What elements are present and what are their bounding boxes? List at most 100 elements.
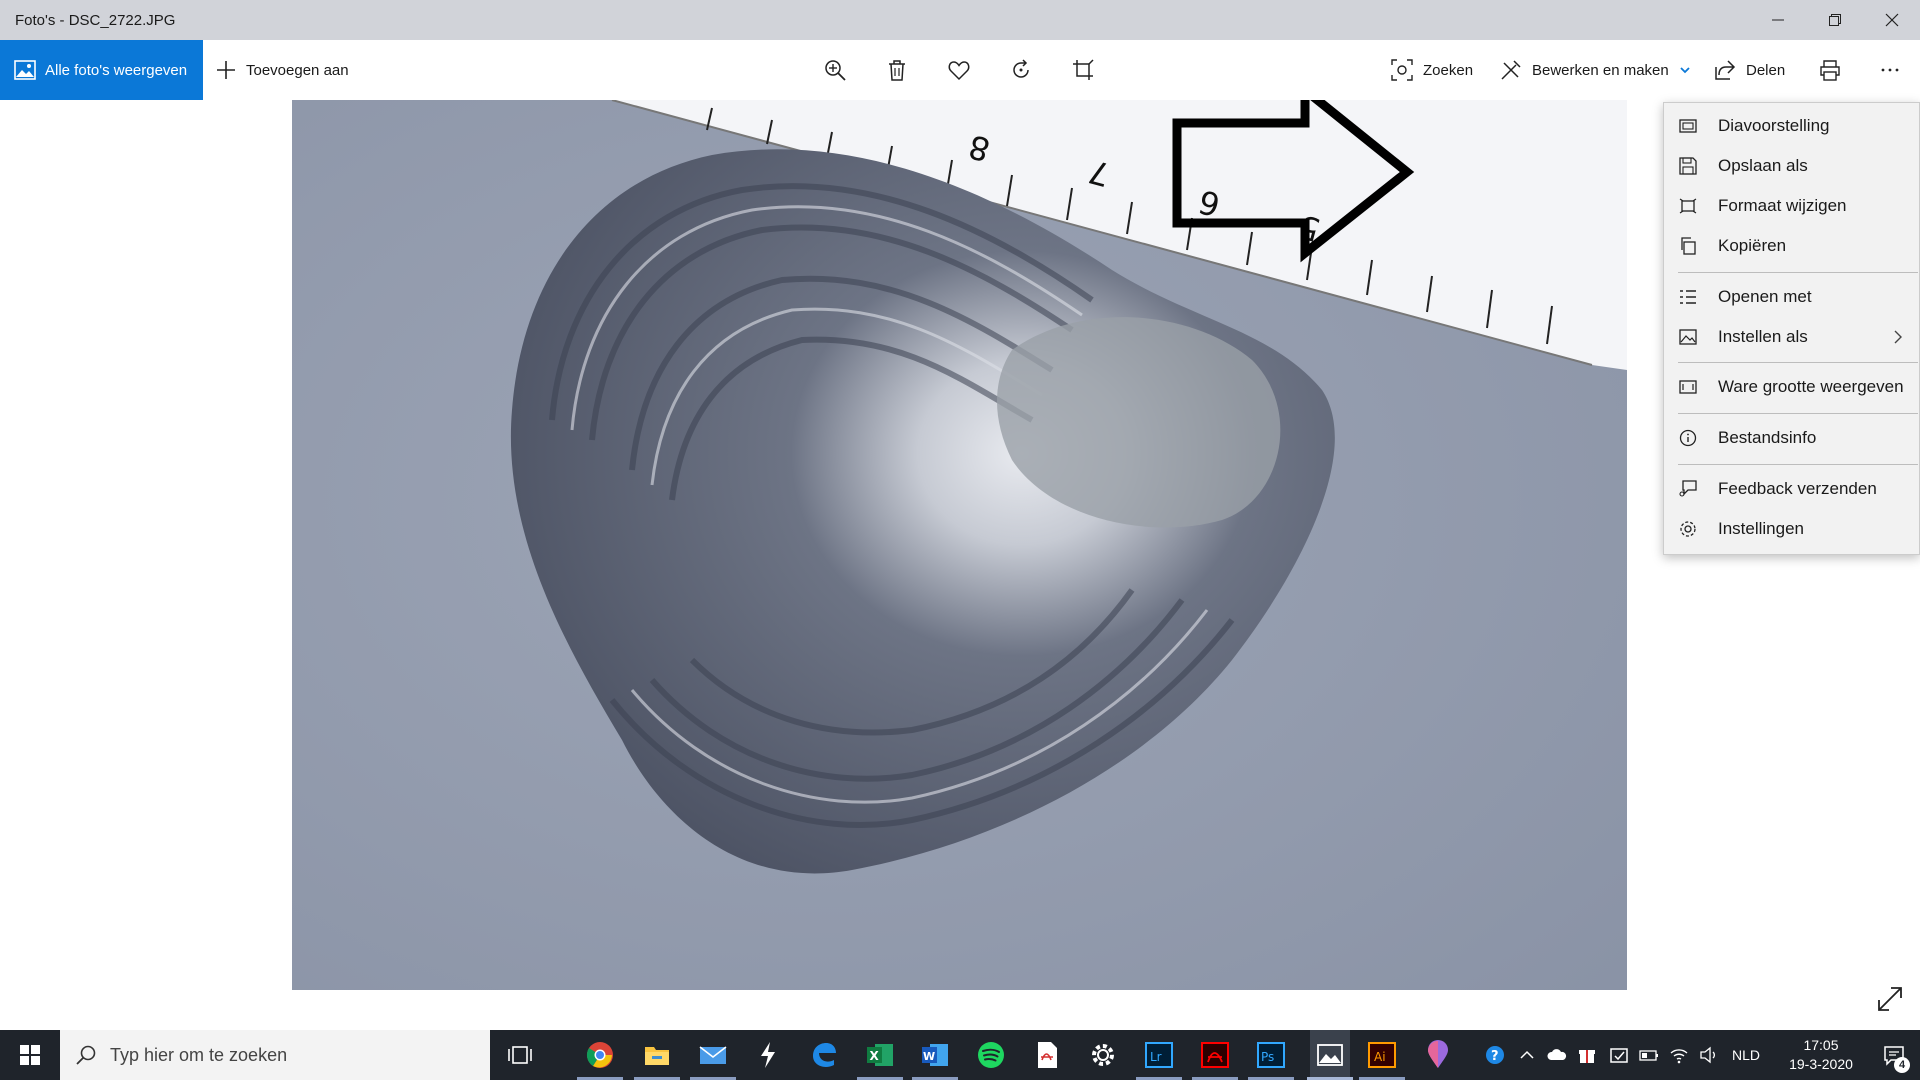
- taskbar-app-pdf[interactable]: [1030, 1038, 1064, 1072]
- taskbar-app-sketch[interactable]: [751, 1038, 785, 1072]
- cloud-icon: [1547, 1049, 1567, 1060]
- menu-item-label: Openen met: [1718, 287, 1812, 306]
- restore-button[interactable]: [1806, 0, 1863, 40]
- tray-app[interactable]: [1574, 1030, 1600, 1080]
- menu-item-slideshow[interactable]: Diavoorstelling: [1664, 106, 1919, 146]
- search-label: Zoeken: [1423, 61, 1474, 79]
- action-center-button[interactable]: 4: [1868, 1030, 1920, 1080]
- menu-item-feedback[interactable]: Feedback verzenden: [1664, 469, 1919, 509]
- menu-item-set-as[interactable]: Instellen als: [1664, 317, 1919, 357]
- taskbar-app-acrobat[interactable]: [1198, 1038, 1232, 1072]
- slideshow-icon: [1679, 119, 1697, 133]
- maps-icon: [1428, 1040, 1448, 1068]
- close-icon: [1885, 13, 1898, 27]
- photos-icon: [1317, 1044, 1343, 1066]
- add-to-label: Toevoegen aan: [246, 61, 349, 79]
- print-button[interactable]: [1816, 56, 1844, 84]
- taskbar-app-lightroom[interactable]: Lr: [1142, 1038, 1176, 1072]
- info-icon: [1679, 429, 1697, 447]
- taskbar-app-explorer[interactable]: [640, 1038, 674, 1072]
- wifi-icon: [1670, 1049, 1688, 1064]
- taskbar-app-chrome[interactable]: [583, 1038, 617, 1072]
- clock-date: 19-3-2020: [1789, 1056, 1853, 1072]
- crop-button[interactable]: [1069, 56, 1097, 84]
- settings-icon: [1680, 521, 1696, 537]
- svg-text:Ai: Ai: [1374, 1050, 1386, 1064]
- taskbar-app-photos-active[interactable]: [1310, 1030, 1350, 1080]
- menu-item-label: Bestandsinfo: [1718, 428, 1817, 447]
- delete-button[interactable]: [883, 56, 911, 84]
- menu-item-label: Ware grootte weergeven: [1718, 377, 1904, 396]
- plus-icon: [217, 61, 235, 79]
- tray-show-hidden[interactable]: [1515, 1030, 1539, 1080]
- tray-battery[interactable]: [1636, 1030, 1662, 1080]
- search-button[interactable]: Zoeken: [1391, 40, 1473, 100]
- menu-item-actual-size[interactable]: Ware grootte weergeven: [1664, 367, 1919, 407]
- sketch-app-icon: [761, 1042, 775, 1068]
- more-icon: [1881, 68, 1899, 72]
- language-indicator[interactable]: NLD: [1732, 1030, 1760, 1080]
- add-to-button[interactable]: Toevoegen aan: [215, 40, 349, 100]
- delete-icon: [889, 60, 905, 81]
- favorite-button[interactable]: [945, 56, 973, 84]
- search-icon: [76, 1045, 96, 1065]
- window-controls: [1749, 0, 1920, 40]
- tray-help[interactable]: ?: [1480, 1030, 1510, 1080]
- taskbar: X W Lr Ps Ai ?: [0, 1030, 1920, 1080]
- menu-separator: [1678, 464, 1918, 465]
- notification-count-badge: 4: [1894, 1057, 1910, 1073]
- clock[interactable]: 17:05 19-3-2020: [1776, 1036, 1866, 1074]
- fullscreen-button[interactable]: [1876, 985, 1904, 1013]
- taskbar-app-illustrator[interactable]: Ai: [1365, 1038, 1399, 1072]
- share-button[interactable]: Delen: [1714, 40, 1785, 100]
- feedback-icon: [1679, 480, 1697, 497]
- menu-item-save-as[interactable]: Opslaan als: [1664, 146, 1919, 186]
- taskbar-app-photoshop[interactable]: Ps: [1254, 1038, 1288, 1072]
- menu-item-settings[interactable]: Instellingen: [1664, 509, 1919, 549]
- edit-label: Bewerken en maken: [1532, 61, 1669, 79]
- volume-icon: [1700, 1046, 1715, 1064]
- taskbar-app-maps[interactable]: [1421, 1038, 1455, 1072]
- svg-text:?: ?: [1491, 1049, 1499, 1064]
- task-view-button[interactable]: [503, 1038, 537, 1072]
- tray-onedrive[interactable]: [1544, 1030, 1570, 1080]
- taskbar-app-word[interactable]: W: [918, 1038, 952, 1072]
- open-with-icon: [1680, 290, 1696, 304]
- taskbar-app-spotify[interactable]: [974, 1038, 1008, 1072]
- file-explorer-icon: [645, 1047, 669, 1065]
- menu-item-label: Instellen als: [1718, 327, 1808, 346]
- svg-text:W: W: [923, 1050, 935, 1063]
- tray-app[interactable]: [1606, 1030, 1632, 1080]
- tray-volume[interactable]: [1696, 1030, 1722, 1080]
- chrome-icon: [586, 1042, 613, 1068]
- taskbar-search[interactable]: [60, 1030, 490, 1080]
- photo-gallery-icon: [14, 60, 36, 80]
- save-icon: [1679, 157, 1697, 175]
- taskbar-app-excel[interactable]: X: [863, 1038, 897, 1072]
- spotify-icon: [978, 1042, 1004, 1068]
- oyster-shell-photo: 8 7 6 5: [292, 100, 1627, 990]
- menu-item-resize[interactable]: Formaat wijzigen: [1664, 186, 1919, 226]
- tray-wifi[interactable]: [1666, 1030, 1692, 1080]
- start-button[interactable]: [0, 1030, 60, 1080]
- edit-icon: [1501, 60, 1521, 80]
- taskbar-app-edge[interactable]: [807, 1038, 841, 1072]
- edit-create-button[interactable]: Bewerken en maken: [1500, 40, 1691, 100]
- photoshop-icon: Ps: [1257, 1042, 1285, 1068]
- copy-icon: [1681, 237, 1696, 255]
- more-button[interactable]: [1876, 56, 1904, 84]
- menu-item-file-info[interactable]: Bestandsinfo: [1664, 418, 1919, 458]
- all-photos-button[interactable]: Alle foto's weergeven: [0, 40, 203, 100]
- taskbar-app-mail[interactable]: [696, 1038, 730, 1072]
- minimize-button[interactable]: [1749, 0, 1806, 40]
- menu-item-copy[interactable]: Kopiëren: [1664, 226, 1919, 266]
- zoom-button[interactable]: [821, 56, 849, 84]
- menu-item-open-with[interactable]: Openen met: [1664, 277, 1919, 317]
- windows-logo-icon: [20, 1045, 40, 1065]
- excel-icon: X: [867, 1044, 893, 1066]
- rotate-button[interactable]: [1007, 56, 1035, 84]
- taskbar-app-settings[interactable]: [1086, 1038, 1120, 1072]
- photo-viewer[interactable]: 8 7 6 5: [292, 100, 1627, 990]
- close-button[interactable]: [1863, 0, 1920, 40]
- search-input[interactable]: [110, 1044, 470, 1066]
